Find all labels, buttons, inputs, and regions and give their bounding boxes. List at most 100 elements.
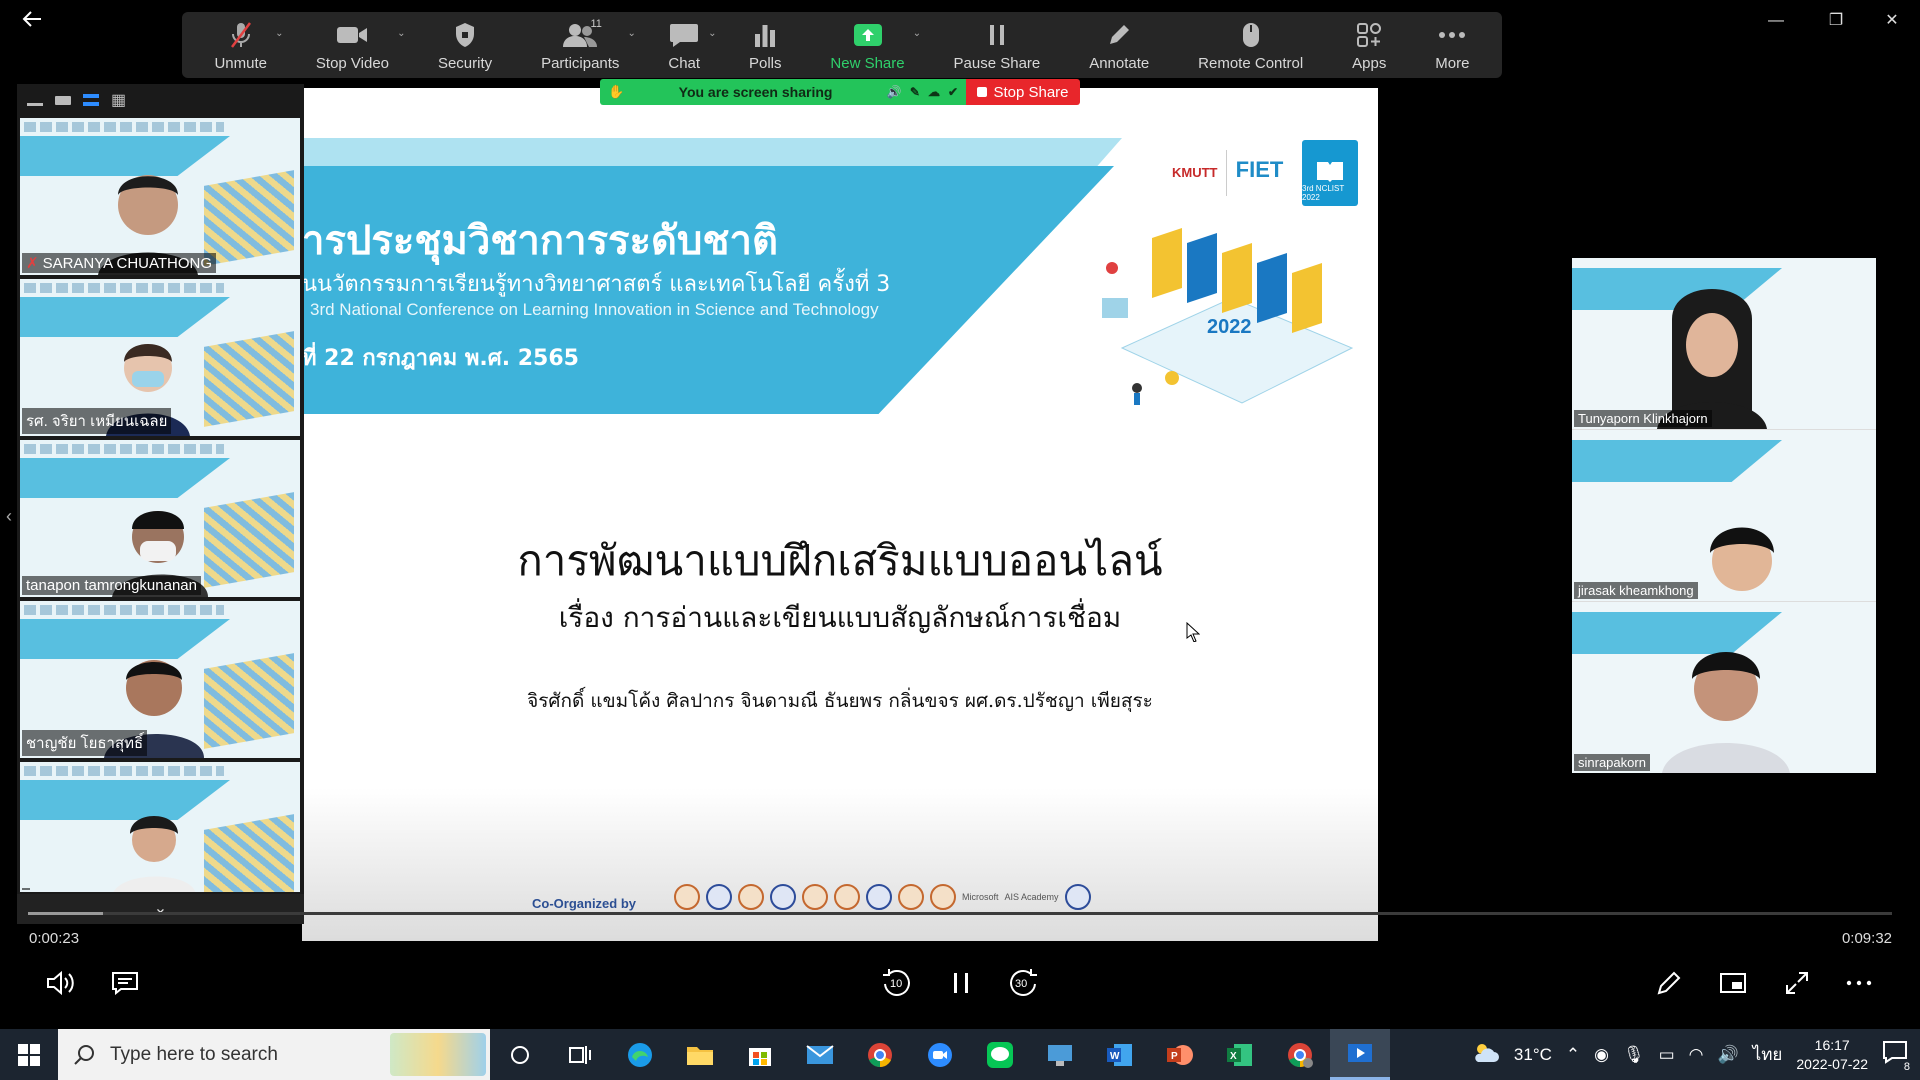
input-language[interactable]: ไทย — [1753, 1041, 1783, 1068]
powerpoint-icon: P — [1167, 1044, 1193, 1065]
more-button[interactable]: More — [1411, 12, 1494, 78]
speaker-view-icon[interactable] — [55, 95, 71, 105]
sponsor-logo — [834, 884, 860, 910]
remote-control-button[interactable]: Remote Control — [1174, 12, 1328, 78]
microsoft-logo: Microsoft — [962, 892, 999, 902]
start-button[interactable] — [0, 1029, 58, 1080]
task-view-button[interactable] — [550, 1029, 610, 1080]
volume-button[interactable] — [44, 968, 78, 998]
slide-heading: การพัฒนาแบบฝึกเสริมแบบออนไลน์ — [517, 536, 1163, 585]
system-tray: 31°C ⌃ ◉ 🎙 ▭ ◠ 🔊 ไทย 16:17 2022-07-22 8 — [1472, 1029, 1920, 1080]
taskbar-clock[interactable]: 16:17 2022-07-22 — [1796, 1036, 1868, 1074]
participant-name: ชาญชัย โยธาสุทธิ์ — [26, 735, 144, 752]
file-explorer-app[interactable] — [670, 1029, 730, 1080]
media-player-app[interactable] — [1330, 1029, 1390, 1080]
captions-button[interactable] — [108, 968, 142, 998]
filmstrip-view-icon[interactable] — [83, 94, 99, 106]
pause-button[interactable] — [944, 968, 978, 998]
unmute-button[interactable]: ⌄ Unmute — [190, 12, 291, 78]
cortana-button[interactable] — [490, 1029, 550, 1080]
stop-video-button[interactable]: ⌄ Stop Video — [291, 12, 413, 78]
maximize-button[interactable]: ❐ — [1816, 6, 1856, 36]
participant-video-tile[interactable] — [20, 762, 300, 892]
apps-button[interactable]: Apps — [1328, 12, 1411, 78]
line-app[interactable] — [970, 1029, 1030, 1080]
minimize-gallery-icon[interactable] — [27, 102, 43, 106]
unmute-label: Unmute — [214, 55, 267, 72]
powerpoint-app[interactable]: P — [1150, 1029, 1210, 1080]
mini-player-button[interactable] — [1716, 968, 1750, 998]
participant-video-tile[interactable]: tanapon tamrongkunanan — [20, 440, 300, 597]
sharing-status-text: You are screen sharing — [678, 84, 833, 100]
rewind-10-button[interactable]: 10 — [880, 968, 914, 998]
sponsor-logos: Microsoft AIS Academy — [674, 884, 1091, 910]
taskbar-search-input[interactable]: Type here to search — [58, 1029, 490, 1080]
excel-app[interactable]: X — [1210, 1029, 1270, 1080]
cloud-icon[interactable]: ☁ — [928, 85, 940, 99]
wifi-icon[interactable]: ◠ — [1689, 1045, 1704, 1065]
security-label: Security — [437, 55, 493, 72]
search-icon — [74, 1044, 94, 1065]
notification-center-icon[interactable]: 8 — [1882, 1040, 1912, 1073]
stop-share-button[interactable]: Stop Share — [966, 79, 1080, 105]
ellipsis-icon — [1846, 980, 1872, 986]
participant-video-tile[interactable]: Tunyaporn Klinkhajorn — [1572, 258, 1876, 430]
chevron-down-icon[interactable]: ⌄ — [628, 28, 636, 39]
battery-icon[interactable]: ▭ — [1659, 1045, 1675, 1065]
participants-button[interactable]: 11 ⌄ Participants — [517, 12, 644, 78]
network-app[interactable] — [1030, 1029, 1090, 1080]
sharing-status[interactable]: ✋ You are screen sharing 🔊 ✎ ☁ ✔ — [600, 79, 966, 105]
participant-video-tile[interactable]: sinrapakorn — [1572, 602, 1876, 773]
fullscreen-button[interactable] — [1780, 968, 1814, 998]
speaker-icon[interactable]: 🔊 — [887, 85, 902, 99]
gallery-more-chevron[interactable]: ⌄ — [17, 894, 304, 924]
grid-view-icon[interactable]: ▦ — [111, 90, 126, 110]
edge-app[interactable] — [610, 1029, 670, 1080]
back-arrow-icon[interactable] — [18, 8, 46, 36]
shield-check-icon[interactable]: ✔ — [948, 85, 958, 99]
forward-30-button[interactable]: 30 — [1006, 968, 1040, 998]
chevron-down-icon[interactable]: ⌄ — [708, 28, 716, 39]
chat-button[interactable]: ⌄ Chat — [644, 12, 725, 78]
new-share-button[interactable]: ⌄ New Share — [806, 12, 929, 78]
sponsor-logo — [802, 884, 828, 910]
ais-academy-logo: AIS Academy — [1004, 892, 1059, 902]
polls-button[interactable]: Polls — [725, 12, 806, 78]
microphone-off-icon[interactable]: ✎ — [910, 85, 920, 99]
security-button[interactable]: Security — [414, 12, 517, 78]
zoom-app[interactable] — [910, 1029, 970, 1080]
weather-temperature[interactable]: 31°C — [1514, 1045, 1552, 1065]
webcam-icon[interactable]: ◉ — [1594, 1045, 1609, 1065]
annotate-button[interactable]: Annotate — [1065, 12, 1174, 78]
volume-icon[interactable]: 🔊 — [1717, 1045, 1738, 1065]
participant-video-tile[interactable]: รศ. จริยา เหมียนเฉลย — [20, 279, 300, 436]
more-options-button[interactable] — [1842, 968, 1876, 998]
mail-app[interactable] — [790, 1029, 850, 1080]
participant-name-tag: Tunyaporn Klinkhajorn — [1574, 410, 1712, 427]
participant-video-tile[interactable]: ชาญชัย โยธาสุทธิ์ — [20, 601, 300, 758]
chevron-down-icon[interactable]: ⌄ — [397, 28, 405, 39]
pause-share-button[interactable]: Pause Share — [929, 12, 1065, 78]
slide-conference-title: ารประชุมวิชาการระดับชาติ — [302, 218, 778, 264]
participant-video-tile[interactable]: jirasak kheamkhong — [1572, 430, 1876, 602]
weather-icon[interactable] — [1472, 1040, 1500, 1069]
participant-video-tile[interactable]: ✗ SARANYA CHUATHONG — [20, 118, 300, 275]
microphone-icon[interactable]: 🎙 — [1623, 1045, 1645, 1065]
edit-button[interactable] — [1652, 968, 1686, 998]
minimize-button[interactable]: — — [1756, 6, 1796, 36]
chevron-left-icon[interactable]: ‹ — [6, 506, 12, 527]
video-camera-icon — [336, 19, 368, 51]
store-app[interactable] — [730, 1029, 790, 1080]
edge-icon — [628, 1042, 652, 1067]
word-app[interactable]: W — [1090, 1029, 1150, 1080]
drag-handle-icon[interactable]: ✋ — [608, 84, 624, 100]
close-button[interactable]: ✕ — [1872, 6, 1912, 36]
slide-subheading: เรื่อง การอ่านและเขียนแบบสัญลักษณ์การเชื… — [558, 601, 1122, 634]
chevron-down-icon[interactable]: ⌄ — [913, 28, 921, 39]
chevron-down-icon[interactable]: ⌄ — [275, 28, 283, 39]
chrome-app[interactable] — [850, 1029, 910, 1080]
captions-icon — [112, 972, 138, 995]
chrome-profile-app[interactable] — [1270, 1029, 1330, 1080]
progress-slider[interactable] — [28, 912, 1892, 915]
chevron-up-icon[interactable]: ⌃ — [1566, 1045, 1580, 1065]
